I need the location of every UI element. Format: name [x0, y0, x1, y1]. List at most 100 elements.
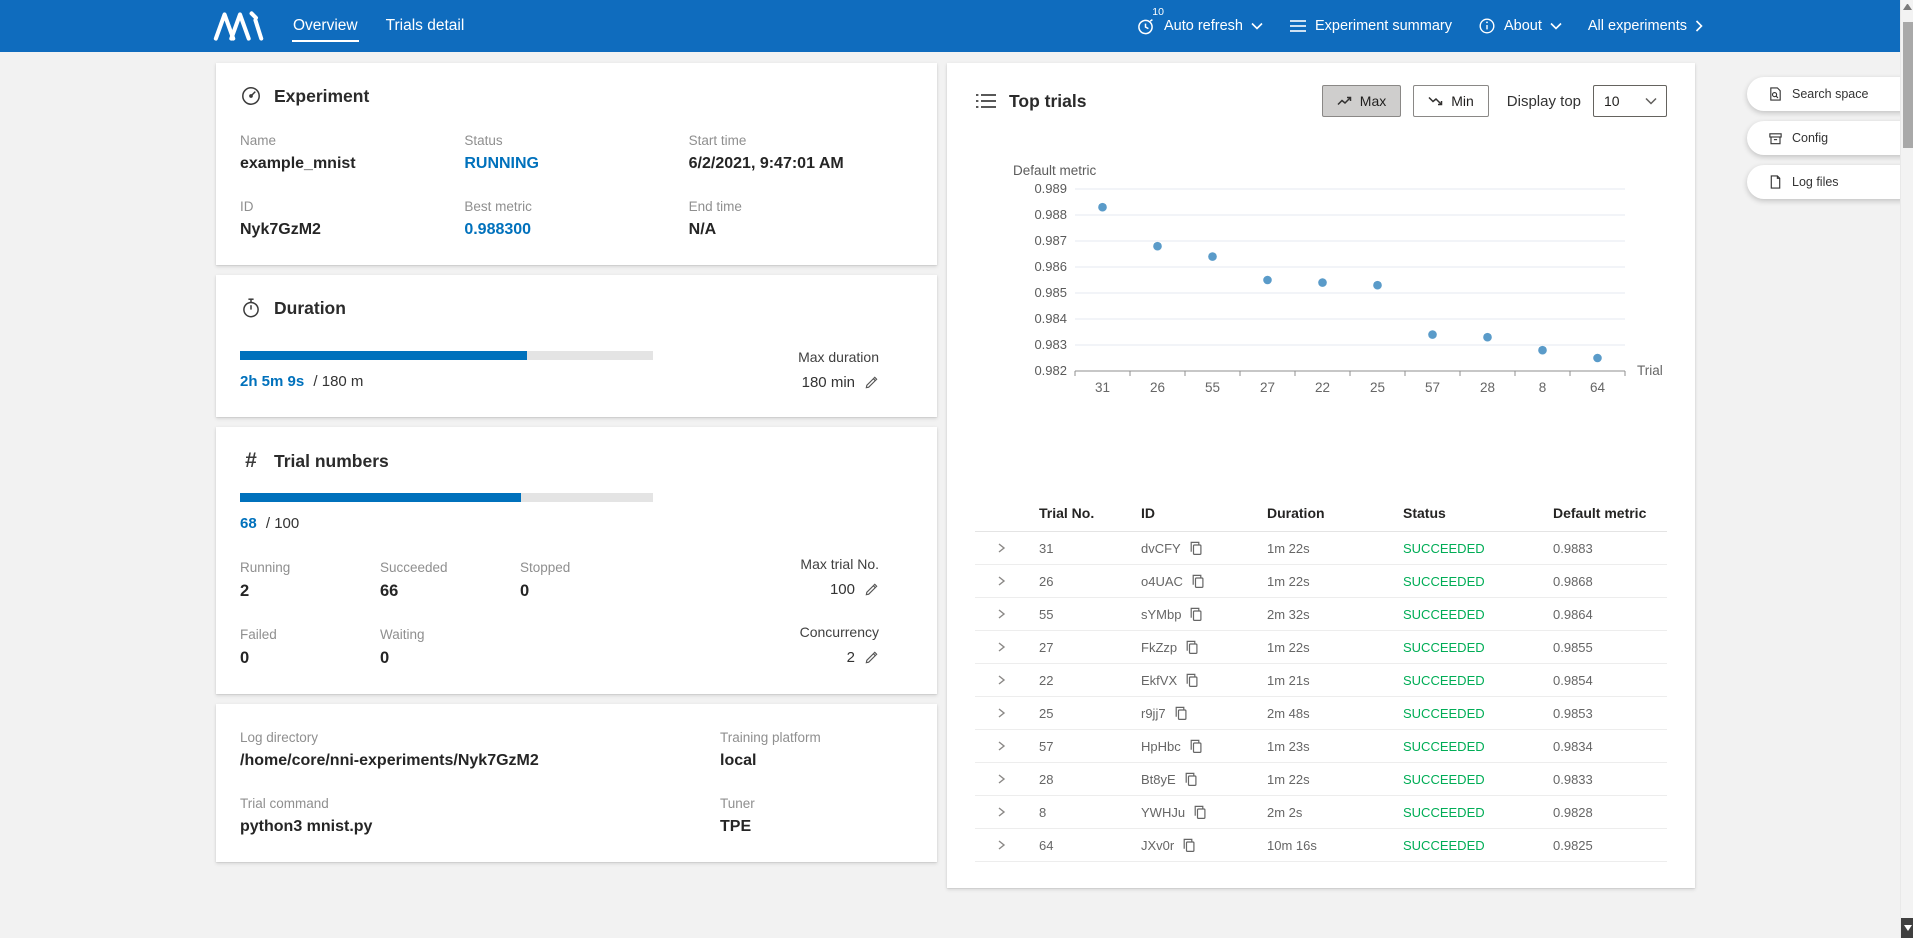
setting-value: 180 min: [802, 374, 855, 391]
field-value: Nyk7GzM2: [240, 221, 464, 239]
expand-row-button[interactable]: [995, 542, 1039, 554]
table-row: 25 r9jj7 2m 48s SUCCEEDED 0.9853: [975, 697, 1667, 730]
field: Tuner TPE: [720, 796, 913, 836]
max-button-label: Max: [1360, 93, 1386, 109]
trial-metric-cell: 0.9883: [1553, 541, 1659, 556]
expand-row-button[interactable]: [995, 740, 1039, 752]
experiment-summary-button[interactable]: Experiment summary: [1289, 18, 1452, 34]
trial-id: EkfVX: [1141, 673, 1177, 688]
column-header[interactable]: Trial No.: [1039, 505, 1141, 521]
trial-duration-cell: 10m 16s: [1267, 838, 1403, 853]
table-body: 31 dvCFY 1m 22s SUCCEEDED 0.9883 26 o4UA…: [975, 532, 1667, 862]
search-space-label: Search space: [1792, 87, 1868, 101]
trial-duration-cell: 2m 32s: [1267, 607, 1403, 622]
svg-text:27: 27: [1260, 380, 1275, 395]
auto-refresh-menu[interactable]: 10 Auto refresh: [1136, 16, 1263, 36]
copy-icon[interactable]: [1185, 673, 1199, 688]
nav-tab[interactable]: Overview: [292, 11, 359, 42]
editable-setting: Max trial No. 100: [759, 556, 879, 598]
chevron-right-icon: [995, 773, 1007, 785]
duration-settings: Max duration 180 min: [759, 349, 913, 391]
table-row: 26 o4UAC 1m 22s SUCCEEDED 0.9868: [975, 565, 1667, 598]
expand-row-button[interactable]: [995, 608, 1039, 620]
scroll-up-button[interactable]: [1903, 4, 1912, 13]
copy-icon[interactable]: [1174, 706, 1188, 721]
copy-icon[interactable]: [1185, 640, 1199, 655]
copy-icon[interactable]: [1193, 805, 1207, 820]
chevron-down-icon: [1251, 22, 1263, 30]
svg-text:Trial: Trial: [1637, 363, 1663, 378]
field-value: 66: [380, 582, 496, 601]
column-header[interactable]: ID: [1141, 505, 1267, 521]
svg-text:0.988: 0.988: [1034, 207, 1067, 222]
max-button[interactable]: Max: [1322, 85, 1401, 117]
about-label: About: [1504, 18, 1542, 34]
scroll-down-button[interactable]: [1901, 918, 1913, 938]
copy-icon[interactable]: [1184, 772, 1198, 787]
min-button-label: Min: [1451, 93, 1474, 109]
trial-duration-cell: 1m 21s: [1267, 673, 1403, 688]
trial-duration-cell: 2m 48s: [1267, 706, 1403, 721]
field-label: Running: [240, 560, 356, 575]
info-icon: [1478, 17, 1496, 35]
nav-tabs: Overview Trials detail: [292, 11, 465, 42]
trial-status-cell: SUCCEEDED: [1403, 706, 1553, 721]
trial-metric-cell: 0.9854: [1553, 673, 1659, 688]
chevron-right-icon: [995, 641, 1007, 653]
column-header[interactable]: Status: [1403, 505, 1553, 521]
field-value: python3 mnist.py: [240, 818, 720, 836]
min-button[interactable]: Min: [1413, 85, 1489, 117]
trial-status-cell: SUCCEEDED: [1403, 838, 1553, 853]
copy-icon[interactable]: [1191, 574, 1205, 589]
edit-pencil-icon[interactable]: [864, 650, 879, 665]
auto-refresh-label: Auto refresh: [1164, 18, 1243, 34]
trial-no-cell: 26: [1039, 574, 1141, 589]
nav-tab[interactable]: Trials detail: [385, 11, 466, 42]
trial-status-cell: SUCCEEDED: [1403, 739, 1553, 754]
top-nav: Overview Trials detail 10 Auto refresh E…: [0, 0, 1913, 52]
list-icon: [1289, 18, 1307, 34]
column-header[interactable]: Duration: [1267, 505, 1403, 521]
panel-title: Top trials: [1009, 91, 1086, 112]
chevron-right-icon: [995, 806, 1007, 818]
scrollbar-thumb[interactable]: [1903, 22, 1913, 148]
field-label: Tuner: [720, 796, 913, 811]
expand-row-button[interactable]: [995, 641, 1039, 653]
expand-row-button[interactable]: [995, 773, 1039, 785]
log-files-button[interactable]: Log files: [1747, 165, 1913, 199]
about-menu[interactable]: About: [1478, 17, 1562, 35]
table-row: 64 JXv0r 10m 16s SUCCEEDED 0.9825: [975, 829, 1667, 862]
copy-icon[interactable]: [1189, 739, 1203, 754]
scrollbar-track[interactable]: [1900, 0, 1913, 938]
edit-pencil-icon[interactable]: [864, 582, 879, 597]
search-space-icon: [1768, 86, 1783, 102]
svg-text:64: 64: [1590, 380, 1606, 395]
expand-row-button[interactable]: [995, 806, 1039, 818]
panel-title: Trial numbers: [274, 451, 389, 472]
field: ID Nyk7GzM2: [240, 199, 464, 239]
table-row: 28 Bt8yE 1m 22s SUCCEEDED 0.9833: [975, 763, 1667, 796]
expand-row-button[interactable]: [995, 839, 1039, 851]
trial-id: JXv0r: [1141, 838, 1174, 853]
table-row: 22 EkfVX 1m 21s SUCCEEDED 0.9854: [975, 664, 1667, 697]
config-icon: [1768, 131, 1783, 146]
all-experiments-link[interactable]: All experiments: [1588, 18, 1703, 34]
display-top-label: Display top: [1507, 93, 1581, 110]
copy-icon[interactable]: [1182, 838, 1196, 853]
column-header[interactable]: Default metric: [1553, 505, 1659, 521]
display-top-select[interactable]: 10: [1593, 85, 1667, 117]
chevron-right-icon: [995, 608, 1007, 620]
expand-row-button[interactable]: [995, 674, 1039, 686]
edit-pencil-icon[interactable]: [864, 375, 879, 390]
chevron-right-icon: [995, 839, 1007, 851]
config-info-panel: Log directory /home/core/nni-experiments…: [216, 704, 937, 862]
expand-row-button[interactable]: [995, 575, 1039, 587]
search-space-button[interactable]: Search space: [1747, 77, 1913, 111]
trial-metric-cell: 0.9825: [1553, 838, 1659, 853]
copy-icon[interactable]: [1189, 541, 1203, 556]
expand-row-button[interactable]: [995, 707, 1039, 719]
trial-duration-cell: 1m 22s: [1267, 574, 1403, 589]
duration-panel: Duration 2h 5m 9s / 180 m Max duration 1…: [216, 275, 937, 417]
copy-icon[interactable]: [1189, 607, 1203, 622]
config-button[interactable]: Config: [1747, 121, 1913, 155]
